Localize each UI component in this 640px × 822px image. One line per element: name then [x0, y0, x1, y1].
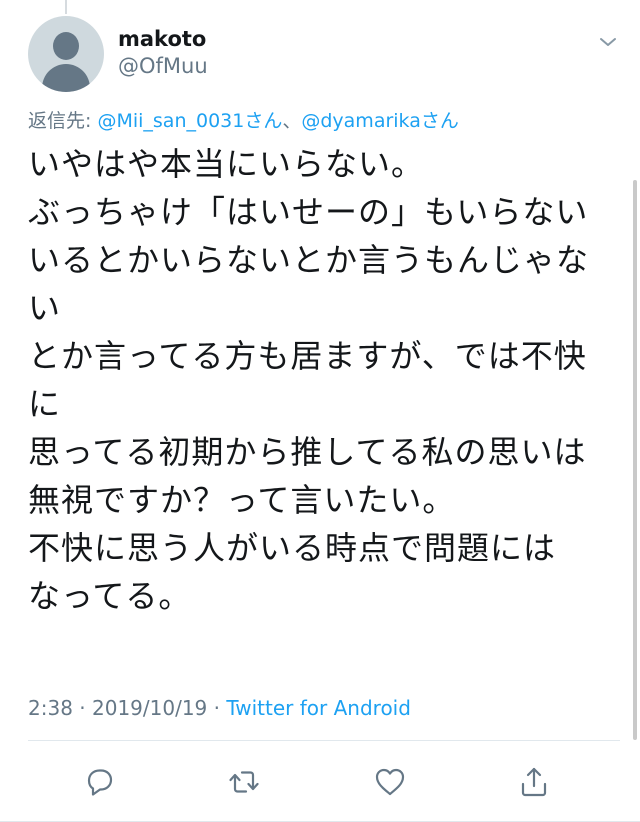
- tweet-line: い: [28, 289, 62, 327]
- reply-to-prefix: 返信先:: [28, 110, 98, 132]
- tweet-meta: 2:38 · 2019/10/19 · Twitter for Android: [28, 696, 411, 720]
- retweet-icon[interactable]: [226, 764, 262, 800]
- avatar-head-shape: [53, 32, 79, 60]
- reply-mention-2[interactable]: @dyamarikaさん: [301, 110, 459, 132]
- heart-icon[interactable]: [372, 764, 408, 800]
- tweet-source-link[interactable]: Twitter for Android: [226, 696, 411, 720]
- tweet-time[interactable]: 2:38: [28, 696, 73, 720]
- author-handle[interactable]: @OfMuu: [118, 52, 208, 80]
- tweet-line: とか言ってる方も居ますが、では不快: [28, 337, 587, 375]
- share-icon[interactable]: [516, 764, 552, 800]
- actions-divider: [28, 740, 620, 741]
- tweet-date[interactable]: 2019/10/19: [92, 696, 207, 720]
- author-display-name[interactable]: makoto: [118, 26, 208, 52]
- reply-mention-1[interactable]: @Mii_san_0031さん: [97, 110, 282, 132]
- reply-to-line: 返信先: @Mii_san_0031さん、@dyamarikaさん: [28, 106, 459, 133]
- tweet-line: いるとかいらないとか言うもんじゃな: [28, 241, 590, 279]
- reply-separator: 、: [282, 110, 302, 132]
- tweet-line: 無視ですか？って言いたい。: [28, 481, 456, 519]
- tweet-text: いやはや本当にいらない。 ぶっちゃけ「はいせーの」もいらない いるとかいらないと…: [28, 140, 618, 620]
- reply-icon[interactable]: [82, 764, 118, 800]
- tweet-header: makoto @OfMuu: [28, 16, 620, 96]
- tweet-line: 不快に思う人がいる時点で問題には: [28, 529, 557, 567]
- meta-separator: ·: [72, 696, 92, 720]
- tweet-line: ぶっちゃけ「はいせーの」もいらない: [28, 193, 589, 231]
- chevron-down-icon[interactable]: [596, 30, 620, 54]
- tweet-line: いやはや本当にいらない。: [28, 145, 425, 183]
- tweet-line: なってる。: [28, 577, 192, 615]
- author-info[interactable]: makoto @OfMuu: [118, 26, 208, 80]
- avatar-body-shape: [42, 64, 90, 92]
- meta-separator: ·: [207, 696, 227, 720]
- tweet-line: 思ってる初期から推してる私の思いは: [28, 433, 587, 471]
- avatar[interactable]: [28, 16, 104, 92]
- scrollbar[interactable]: [633, 180, 637, 740]
- tweet-detail-screen: makoto @OfMuu 返信先: @Mii_san_0031さん、@dyam…: [0, 0, 640, 822]
- thread-connector-line: [65, 0, 67, 14]
- tweet-line: に: [28, 385, 62, 423]
- tweet-actions: [0, 760, 640, 804]
